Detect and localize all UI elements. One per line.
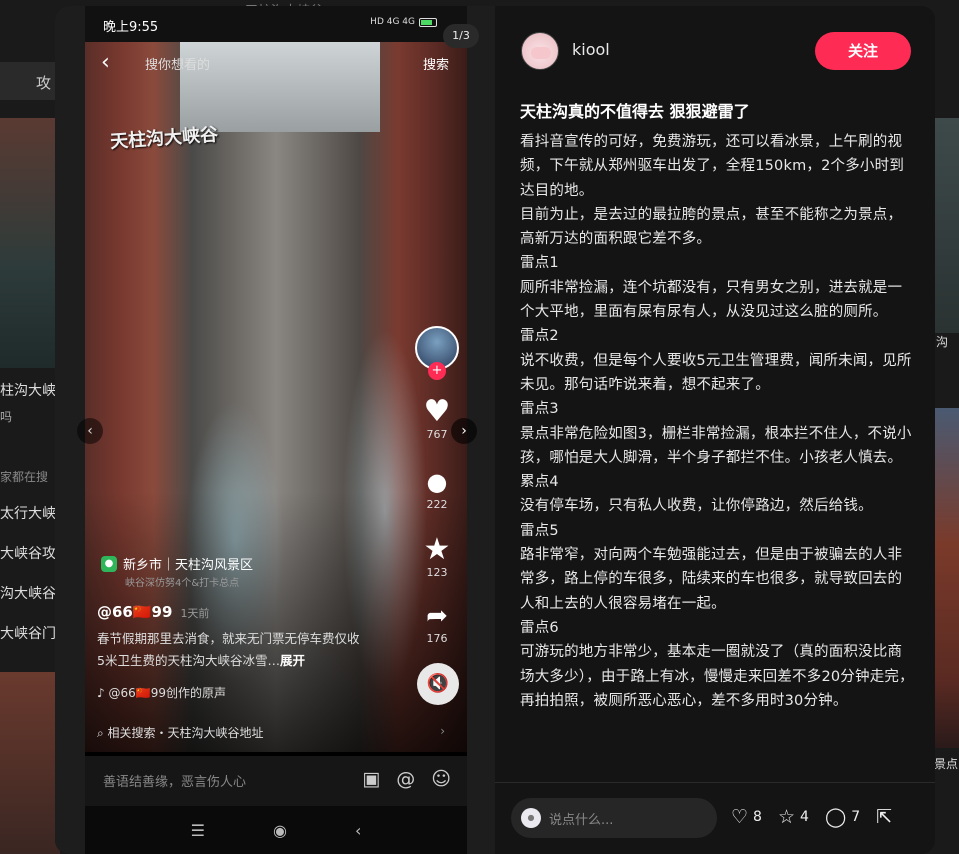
image-icon: ▣ [362, 768, 381, 790]
comment-placeholder: 说点什么... [549, 813, 614, 828]
comment-stat: ● 222 [413, 466, 461, 511]
plus-icon: + [428, 362, 446, 380]
music-note-icon: ♪ [97, 686, 109, 700]
expand-link: 展开 [279, 653, 305, 668]
share-count: 176 [426, 632, 448, 645]
note-body: 看抖音宣传的可好，免费游玩，还可以看冰景，上午刷的视频，下午就从郑州驱车出发了，… [520, 134, 914, 709]
location-subtext: 峡谷深仿努4个&打卡总点 [125, 578, 240, 589]
note-detail-panel: kiool 关注 天柱沟真的不值得去 狠狠避雷了 看抖音宣传的可好，免费游玩，还… [495, 6, 935, 854]
phone-search-placeholder: 搜你想看的 [145, 58, 211, 73]
image-counter: 1/3 [443, 24, 479, 48]
bg-searching-label: 家都在搜 [0, 470, 49, 484]
comment-bubble-icon: ◯ [824, 806, 847, 828]
location-pin-icon: ● [101, 555, 117, 572]
music-credit-text: @66🇨🇳99创作的原声 [108, 686, 226, 700]
system-nav-bar: ☰ ◉ ‹ [85, 806, 467, 854]
share-stat: ➦ 176 [413, 600, 461, 645]
bg-tab-label: 攻 [36, 74, 52, 92]
bg-search-suggestion[interactable]: 太行大峡 [0, 503, 56, 523]
phone-search-bar: ‹ 搜你想看的 搜索 [85, 46, 467, 82]
favorite-button[interactable]: ☆ 4 [778, 806, 809, 828]
status-time: 晚上9:55 [103, 20, 159, 35]
bg-search-suggestion[interactable]: 大峡谷攻 [0, 543, 56, 563]
comment-count: 222 [426, 498, 448, 511]
emoji-icon: ☺ [431, 768, 451, 790]
bg-card-title[interactable]: 柱沟大峡 [0, 380, 56, 400]
note-title: 天柱沟真的不值得去 狠狠避雷了 [520, 102, 750, 121]
video-date: 1天前 [180, 607, 210, 620]
at-icon: @ [396, 768, 416, 790]
heart-outline-icon: ♡ [731, 806, 749, 828]
location-text: 新乡市｜天柱沟风景区 [123, 558, 254, 573]
phone-comment-bar: 善语结善缘，恶言伤人心 ▣ @ ☺ [85, 756, 467, 806]
like-button[interactable]: ♡ 8 [731, 806, 762, 828]
screenshot-image: 晚上9:55 HD 4G 4G 天柱沟大峡谷 ‹ 搜你想看的 搜索 + ♥ 76… [85, 6, 467, 854]
search-icon: ⌕ [97, 726, 108, 740]
comment-input[interactable]: ● 说点什么... [511, 798, 717, 838]
video-author: @66🇨🇳99 1天前 [97, 603, 209, 621]
favorite-stat: ★ 123 [413, 532, 461, 580]
share-button[interactable]: ⇱ [876, 806, 892, 828]
bg-card-title: 沟 [936, 335, 949, 349]
note-modal: 晚上9:55 HD 4G 4G 天柱沟大峡谷 ‹ 搜你想看的 搜索 + ♥ 76… [55, 6, 935, 854]
mute-icon: 🔇 [417, 663, 459, 705]
phone-search-button: 搜索 [422, 58, 449, 73]
author-name[interactable]: kiool [572, 40, 610, 59]
phone-comment-icons: ▣ @ ☺ [362, 768, 451, 790]
bg-card-sub: 吗 [0, 410, 13, 424]
comment-button[interactable]: ◯ 7 [825, 806, 860, 828]
favorite-count: 123 [426, 566, 448, 579]
bg-card-image[interactable] [0, 118, 60, 368]
bg-card-image[interactable] [935, 408, 959, 748]
bg-card-title: 景点 [934, 757, 959, 771]
media-viewer: 晚上9:55 HD 4G 4G 天柱沟大峡谷 ‹ 搜你想看的 搜索 + ♥ 76… [55, 6, 495, 854]
caption-text: 春节假期那里去消食，就来无门票无停车费仅收5米卫生费的天柱沟大峡谷冰雪… [97, 631, 360, 668]
related-search-text: 相关搜索・天柱沟大峡谷地址 [107, 726, 264, 740]
star-outline-icon: ☆ [777, 806, 796, 828]
back-icon: ‹ [354, 820, 362, 840]
bg-search-suggestion[interactable]: 大峡谷门 [0, 623, 56, 643]
back-arrow-icon: ‹ [101, 50, 110, 75]
note-actions: ♡ 8 ☆ 4 ◯ 7 ⇱ [731, 806, 892, 828]
like-count: 8 [753, 809, 762, 825]
author-avatar[interactable] [521, 32, 559, 70]
battery-icon [419, 17, 437, 27]
comment-count: 7 [851, 809, 861, 825]
bg-tab[interactable]: 攻 [0, 62, 60, 100]
signal-text: HD 4G 4G [370, 17, 415, 27]
chevron-right-icon: › [440, 724, 445, 738]
user-avatar-small: ● [521, 808, 541, 828]
prev-image-button[interactable]: ‹ [77, 418, 103, 444]
phone-comment-placeholder: 善语结善缘，恶言伤人心 [103, 775, 247, 790]
related-search: ⌕ 相关搜索・天柱沟大峡谷地址 › [97, 724, 457, 741]
share-icon: ⇱ [876, 806, 893, 828]
status-icons: HD 4G 4G [370, 17, 437, 27]
follow-button[interactable]: 关注 [815, 32, 911, 70]
bg-search-suggestion[interactable]: 沟大峡谷 [0, 583, 56, 603]
favorite-count: 4 [800, 809, 809, 825]
comment-bubble-icon: ● [426, 468, 448, 496]
location-tag: ● 新乡市｜天柱沟风景区 [101, 554, 253, 573]
video-author-name: @66🇨🇳99 [97, 603, 173, 621]
bg-card-image[interactable] [935, 118, 959, 333]
next-image-button[interactable]: › [451, 418, 477, 444]
bg-card-image[interactable] [0, 672, 60, 854]
video-caption: 春节假期那里去消食，就来无门票无停车费仅收5米卫生费的天柱沟大峡谷冰雪…展开 [97, 628, 367, 672]
share-arrow-icon: ➦ [426, 601, 448, 631]
divider [495, 782, 935, 783]
music-credit: ♪ @66🇨🇳99创作的原声 [97, 684, 226, 701]
phone-status-bar: 晚上9:55 HD 4G 4G [85, 6, 467, 42]
menu-icon: ☰ [190, 820, 205, 840]
home-icon: ◉ [272, 820, 287, 840]
star-icon: ★ [423, 532, 451, 567]
